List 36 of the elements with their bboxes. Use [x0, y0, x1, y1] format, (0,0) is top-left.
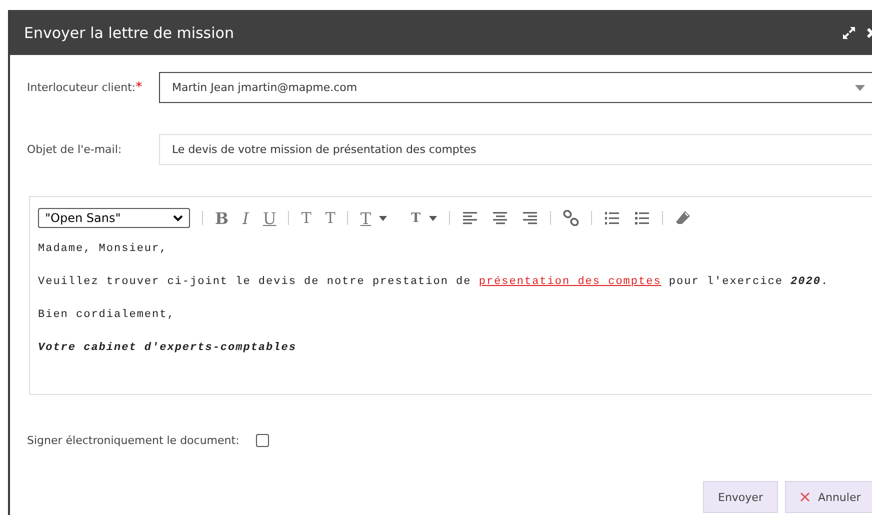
cancel-button[interactable]: Annuler	[784, 481, 872, 513]
letter-paragraph: Madame, Monsieur,	[38, 242, 168, 257]
align-left-icon[interactable]	[462, 211, 478, 225]
align-center-icon[interactable]	[492, 211, 508, 225]
link-icon[interactable]	[562, 210, 579, 226]
maximize-icon[interactable]	[842, 26, 856, 40]
caret-icon	[379, 216, 388, 220]
eraser-icon[interactable]	[674, 210, 691, 226]
bullet-list-icon[interactable]	[634, 211, 650, 225]
letter-paragraph: Votre cabinet d'experts-comptables	[38, 341, 298, 356]
letter-paragraph: Bien cordialement,	[38, 308, 176, 323]
bold-tool[interactable]: B	[215, 208, 229, 228]
dropdown-caret-icon	[855, 84, 865, 90]
field-label: Objet de l'e-mail:	[27, 143, 123, 156]
highlighted-link[interactable]: présentation des comptes	[478, 276, 662, 288]
caret-icon	[428, 216, 437, 220]
underline-tool[interactable]: U	[262, 208, 276, 228]
chevron-icon	[173, 214, 183, 222]
close-icon	[800, 492, 810, 502]
signature-label: Signer électroniquement le document:	[27, 434, 240, 446]
text-color-tool[interactable]: T	[360, 208, 388, 228]
ordered-list-icon[interactable]	[604, 211, 620, 225]
signature-checkbox[interactable]	[256, 434, 270, 446]
subscript-tool[interactable]: T	[325, 209, 336, 227]
subject-field[interactable]: Le devis de votre mission de présentation des comptes	[159, 134, 872, 165]
highlight-tool[interactable]: T	[411, 210, 437, 226]
italic-tool[interactable]: I	[242, 208, 249, 228]
align-right-icon[interactable]	[522, 211, 538, 225]
font-select[interactable]: "Open Sans"	[38, 208, 190, 228]
contact-select[interactable]: Martin Jean jmartin@mapme.com	[159, 72, 872, 103]
field-label: Interlocuteur client:*	[27, 80, 144, 95]
superscript-tool[interactable]: T	[301, 209, 312, 227]
send-button[interactable]: Envoyer	[703, 481, 778, 513]
required-mark: *	[136, 80, 142, 95]
window-title: Envoyer la lettre de mission	[24, 24, 234, 42]
letter-paragraph: Veuillez trouver ci-joint le devis de notre prestation de présentation des comptes pour l'exercice 2020.	[38, 275, 830, 290]
